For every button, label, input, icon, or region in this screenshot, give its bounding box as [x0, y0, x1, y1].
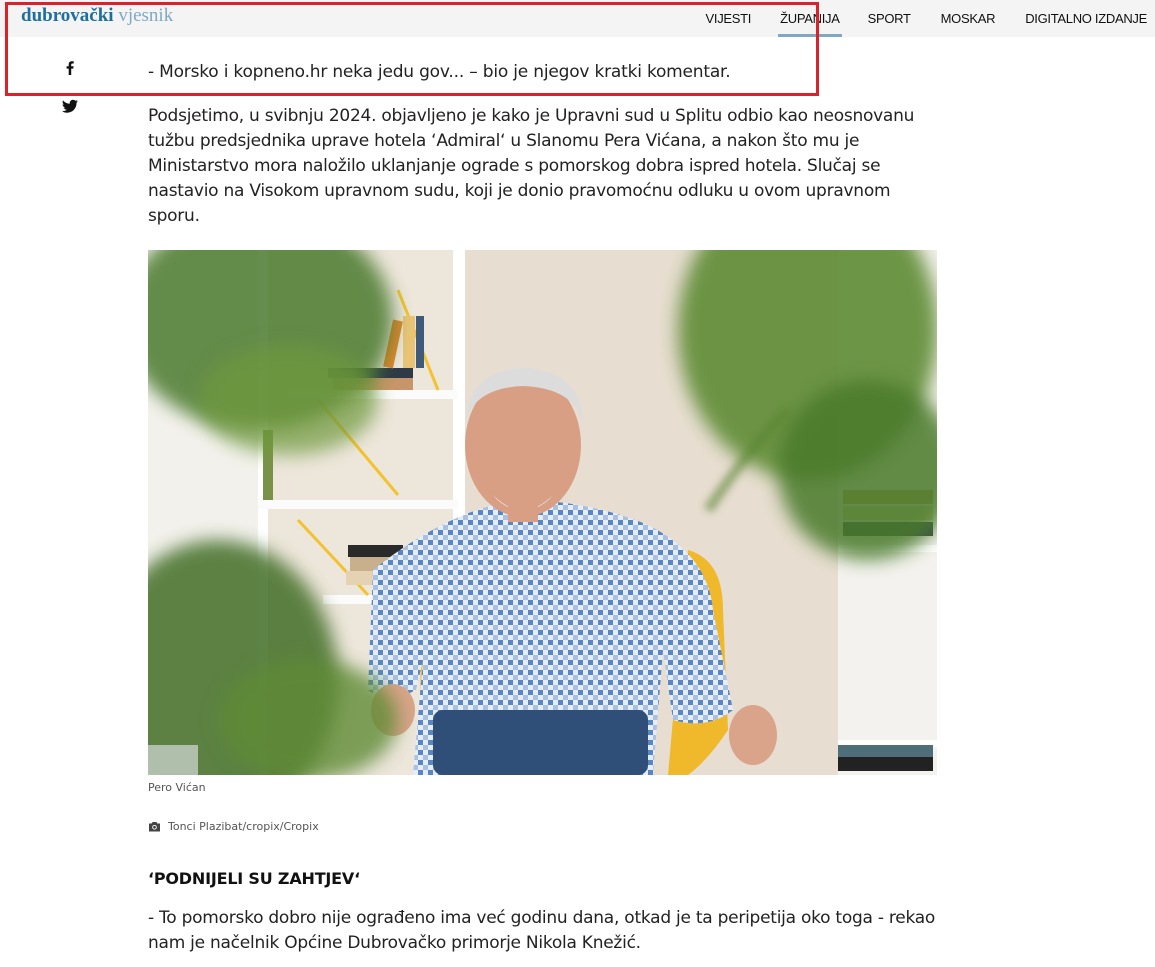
image-credit-text: Tonci Plazibat/cropix/Cropix [168, 820, 319, 833]
nav-item-vijesti[interactable]: VIJESTI [706, 0, 752, 37]
photo-illustration [148, 250, 937, 775]
quote-paragraph: - Morsko i kopneno.hr neka jedu gov... –… [148, 62, 731, 82]
nav-item-moskar[interactable]: MOSKAR [941, 0, 996, 37]
camera-icon [149, 822, 160, 832]
nav-item-sport[interactable]: SPORT [868, 0, 911, 37]
facebook-icon[interactable] [56, 54, 84, 82]
article-photo[interactable] [148, 250, 937, 775]
main-nav: VIJESTI ŽUPANIJA SPORT MOSKAR DIGITALNO … [706, 0, 1155, 37]
closing-paragraph: - To pomorsko dobro nije ograđeno ima ve… [148, 908, 936, 953]
section-subheading: ‘PODNIJELI SU ZAHTJEV‘ [148, 869, 360, 888]
social-share-bar [56, 54, 84, 130]
image-credit: Tonci Plazibat/cropix/Cropix [148, 820, 319, 833]
top-navigation-bar: dubrovački vjesnik VIJESTI ŽUPANIJA SPOR… [0, 0, 1155, 37]
body-paragraph: Podsjetimo, u svibnju 2024. objavljeno j… [148, 106, 915, 226]
nav-item-digitalno-izdanje[interactable]: DIGITALNO IZDANJE [1025, 0, 1147, 37]
twitter-icon[interactable] [56, 92, 84, 120]
site-logo[interactable]: dubrovački vjesnik [21, 5, 173, 27]
logo-text-primary: dubrovački [21, 5, 114, 26]
image-caption: Pero Vićan [148, 781, 206, 794]
logo-text-secondary: vjesnik [118, 5, 174, 26]
nav-item-zupanija[interactable]: ŽUPANIJA [778, 0, 843, 37]
